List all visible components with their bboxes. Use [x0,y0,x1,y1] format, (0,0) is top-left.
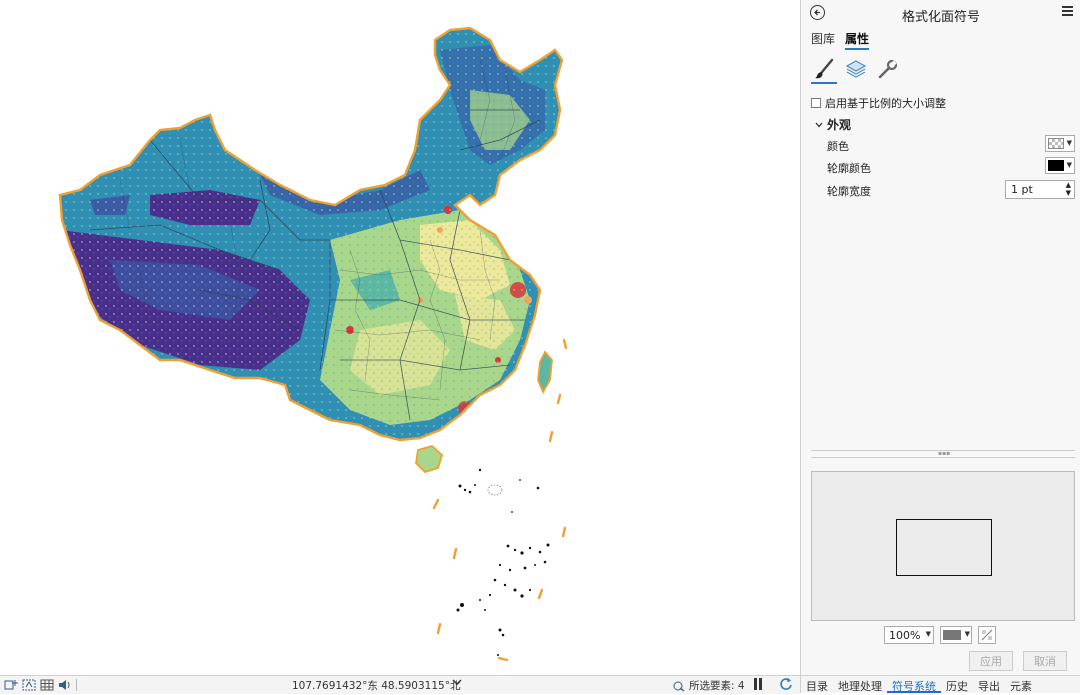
outline-width-label: 轮廓宽度 [827,185,871,198]
tab-history[interactable]: 历史 [941,676,973,693]
pane-splitter[interactable]: ▪▪▪ [811,450,1075,458]
preview-polygon [896,519,992,576]
selected-features-label: 所选要素: 4 [689,680,745,692]
appearance-section-header[interactable]: 外观 [815,116,851,133]
transparency-toggle-icon[interactable] [978,626,996,644]
status-bar: 107.7691432°东 48.5903115°北 所选要素: 4 [0,675,800,694]
scale-based-sizing-checkbox[interactable] [811,98,821,108]
paintbrush-icon[interactable] [811,56,837,84]
pane-header: 格式化面符号 [801,0,1080,28]
preview-zoom-value: 100% [889,629,921,642]
outline-width-row: 轮廓宽度 1 pt ▲ ▼ [827,180,1075,200]
speaker-icon[interactable] [58,679,72,691]
refresh-icon[interactable] [779,677,793,695]
outline-color-picker[interactable]: ▼ [1045,157,1075,174]
preview-zoom-select[interactable]: 100% ▼ [884,626,934,644]
tab-export[interactable]: 导出 [973,676,1005,693]
navigate-icon[interactable] [22,679,36,691]
format-polygon-symbol-pane: 格式化面符号 图库 属性 启用基于比例的大小调整 外观 颜色 ▼ 轮廓颜色 ▼ … [800,0,1080,675]
fill-color-picker[interactable]: ▼ [1045,135,1075,152]
apply-button[interactable]: 应用 [969,651,1013,671]
caret-down-icon: ▼ [925,630,931,638]
preview-background-select[interactable]: ▼ [940,626,972,644]
china-elevation-map [58,26,568,662]
selection-icon [673,681,685,692]
background-color-swatch [943,630,961,640]
caret-down-icon: ▼ [1066,161,1072,169]
outline-width-input[interactable]: 1 pt ▲ ▼ [1005,180,1075,199]
pane-tabs: 图库 属性 [811,30,870,50]
selected-features-indicator[interactable]: 所选要素: 4 [672,678,745,693]
chevron-down-icon [815,122,823,127]
black-color-swatch [1048,160,1064,171]
outline-color-row: 轮廓颜色 ▼ [827,157,1075,177]
status-separator [76,679,77,691]
outline-color-label: 轮廓颜色 [827,162,871,175]
layers-icon[interactable] [843,56,869,82]
grid-icon[interactable] [40,679,54,691]
appearance-label: 外观 [827,118,852,132]
pane-bottom-tabs: 目录 地理处理 符号系统 历史 导出 元素 [800,675,1080,693]
cancel-button[interactable]: 取消 [1023,651,1067,671]
tab-elements[interactable]: 元素 [1005,676,1037,693]
grip-icon: ▪▪▪ [938,450,951,457]
coordinate-readout: 107.7691432°东 48.5903115°北 [292,680,461,692]
tab-catalog[interactable]: 目录 [801,676,833,693]
scale-based-sizing-label: 启用基于比例的大小调整 [825,97,946,110]
caret-down-icon: ▼ [1066,139,1072,147]
map-view[interactable] [0,0,800,675]
wrench-icon[interactable] [875,56,901,82]
pane-title: 格式化面符号 [901,10,980,25]
symbol-property-tabs [811,56,901,84]
pause-drawing-button[interactable] [754,678,762,690]
no-color-swatch [1048,138,1064,149]
tab-gallery[interactable]: 图库 [811,30,835,50]
spinner-icon[interactable]: ▲ ▼ [1066,181,1071,197]
caret-down-icon: ▼ [964,630,970,638]
tab-properties[interactable]: 属性 [845,30,870,50]
tab-geoprocessing[interactable]: 地理处理 [833,676,887,693]
fill-color-label: 颜色 [827,140,849,153]
chevron-down-icon[interactable] [452,677,462,690]
scale-based-sizing-option[interactable]: 启用基于比例的大小调整 [811,95,946,111]
symbol-preview [811,471,1075,621]
add-data-icon[interactable] [4,679,18,691]
tab-symbology[interactable]: 符号系统 [887,676,941,693]
fill-color-row: 颜色 ▼ [827,135,1075,155]
preview-controls: 100% ▼ ▼ [884,626,996,644]
hamburger-menu-icon[interactable] [1062,6,1073,18]
outline-width-value: 1 pt [1011,183,1033,196]
